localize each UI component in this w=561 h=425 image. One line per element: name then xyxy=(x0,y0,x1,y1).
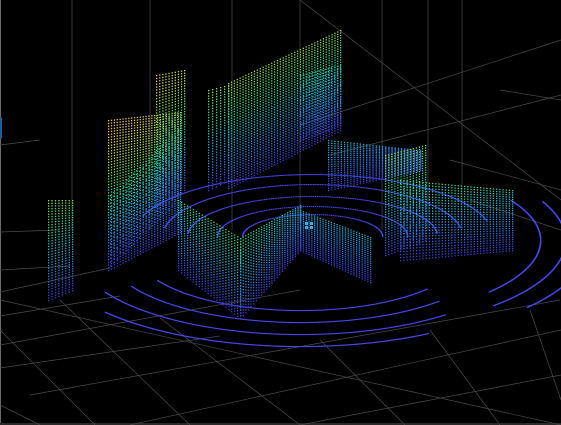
grid-line xyxy=(0,299,561,425)
grid-line xyxy=(0,295,121,317)
grid-line xyxy=(499,89,561,101)
wall-left-far xyxy=(48,200,74,302)
wall-front-mid xyxy=(240,205,302,320)
ground-ring-6 xyxy=(131,286,440,324)
wall-left-front xyxy=(108,112,182,272)
ground-ring-11 xyxy=(526,287,561,308)
point-cloud xyxy=(48,30,561,348)
grid-line xyxy=(299,0,561,201)
grid-line xyxy=(319,339,406,425)
ground-ring-9 xyxy=(488,200,542,293)
grid-line xyxy=(529,309,561,401)
wall-tall-left xyxy=(156,70,186,212)
grid-line xyxy=(0,329,96,425)
grid-line xyxy=(0,404,41,425)
ground-ring-1 xyxy=(217,206,409,238)
grid-line xyxy=(429,329,501,425)
grid-line xyxy=(0,229,61,233)
point-cloud-viewer[interactable] xyxy=(0,0,561,425)
ground-ring-5 xyxy=(157,280,428,312)
ground-ring-0 xyxy=(242,214,384,238)
wall-back-tall xyxy=(208,85,230,192)
grid-line xyxy=(449,159,561,191)
wall-back-main xyxy=(228,30,342,190)
grid-line xyxy=(299,39,561,126)
grid-line xyxy=(299,374,561,425)
grid-line xyxy=(0,289,301,346)
grid-line xyxy=(0,139,41,146)
